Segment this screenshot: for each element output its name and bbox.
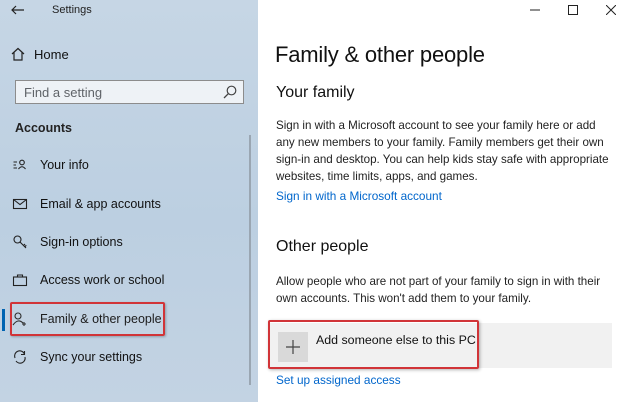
assigned-access-link[interactable]: Set up assigned access: [276, 373, 401, 387]
title-bar: Settings: [0, 0, 258, 22]
person-card-icon: [13, 159, 26, 170]
sign-in-microsoft-link[interactable]: Sign in with a Microsoft account: [276, 189, 442, 203]
maximize-button[interactable]: [554, 0, 592, 20]
sidebar-item-sync[interactable]: Sync your settings: [0, 341, 258, 373]
sidebar-item-sign-in[interactable]: Sign-in options: [0, 226, 258, 258]
close-button[interactable]: [592, 0, 630, 20]
back-arrow-icon: [11, 5, 24, 15]
sidebar-item-label: Email & app accounts: [40, 197, 161, 211]
sidebar-item-work-school[interactable]: Access work or school: [0, 264, 258, 296]
maximize-icon: [568, 5, 578, 15]
annotation-highlight: [10, 302, 165, 336]
minimize-icon: [530, 9, 540, 11]
window-title: Settings: [52, 4, 92, 16]
sidebar-item-label: Sign-in options: [40, 235, 123, 249]
mail-icon: [12, 198, 28, 210]
sidebar-item-label: Your info: [40, 158, 89, 172]
minimize-button[interactable]: [516, 0, 554, 20]
annotation-highlight: [268, 320, 479, 369]
other-people-heading: Other people: [276, 238, 369, 255]
close-icon: [606, 5, 616, 15]
search-icon[interactable]: [222, 84, 238, 100]
key-icon: [13, 235, 27, 249]
home-nav-item[interactable]: Home: [10, 42, 69, 66]
sidebar-scrollbar[interactable]: [249, 135, 251, 385]
page-title: Family & other people: [275, 42, 485, 67]
section-title: Accounts: [15, 121, 72, 135]
back-button[interactable]: [6, 1, 30, 19]
search-box[interactable]: [15, 80, 244, 104]
other-people-description: Allow people who are not part of your fa…: [276, 275, 601, 305]
window-controls: [516, 0, 630, 22]
briefcase-icon: [12, 274, 28, 287]
search-input[interactable]: [16, 81, 216, 103]
home-label: Home: [34, 46, 69, 62]
sidebar-item-your-info[interactable]: Your info: [0, 149, 258, 181]
sidebar-item-label: Sync your settings: [40, 350, 143, 364]
your-family-heading: Your family: [276, 84, 355, 101]
sidebar-item-label: Access work or school: [40, 273, 165, 287]
your-family-description: Sign in with a Microsoft account to see …: [276, 119, 609, 183]
main-content: Family & other people Your family Sign i…: [258, 0, 630, 402]
sidebar: Settings Home Accounts Your info Email &…: [0, 0, 258, 402]
home-icon: [11, 47, 25, 61]
sync-icon: [14, 350, 26, 364]
sidebar-item-email[interactable]: Email & app accounts: [0, 188, 258, 220]
